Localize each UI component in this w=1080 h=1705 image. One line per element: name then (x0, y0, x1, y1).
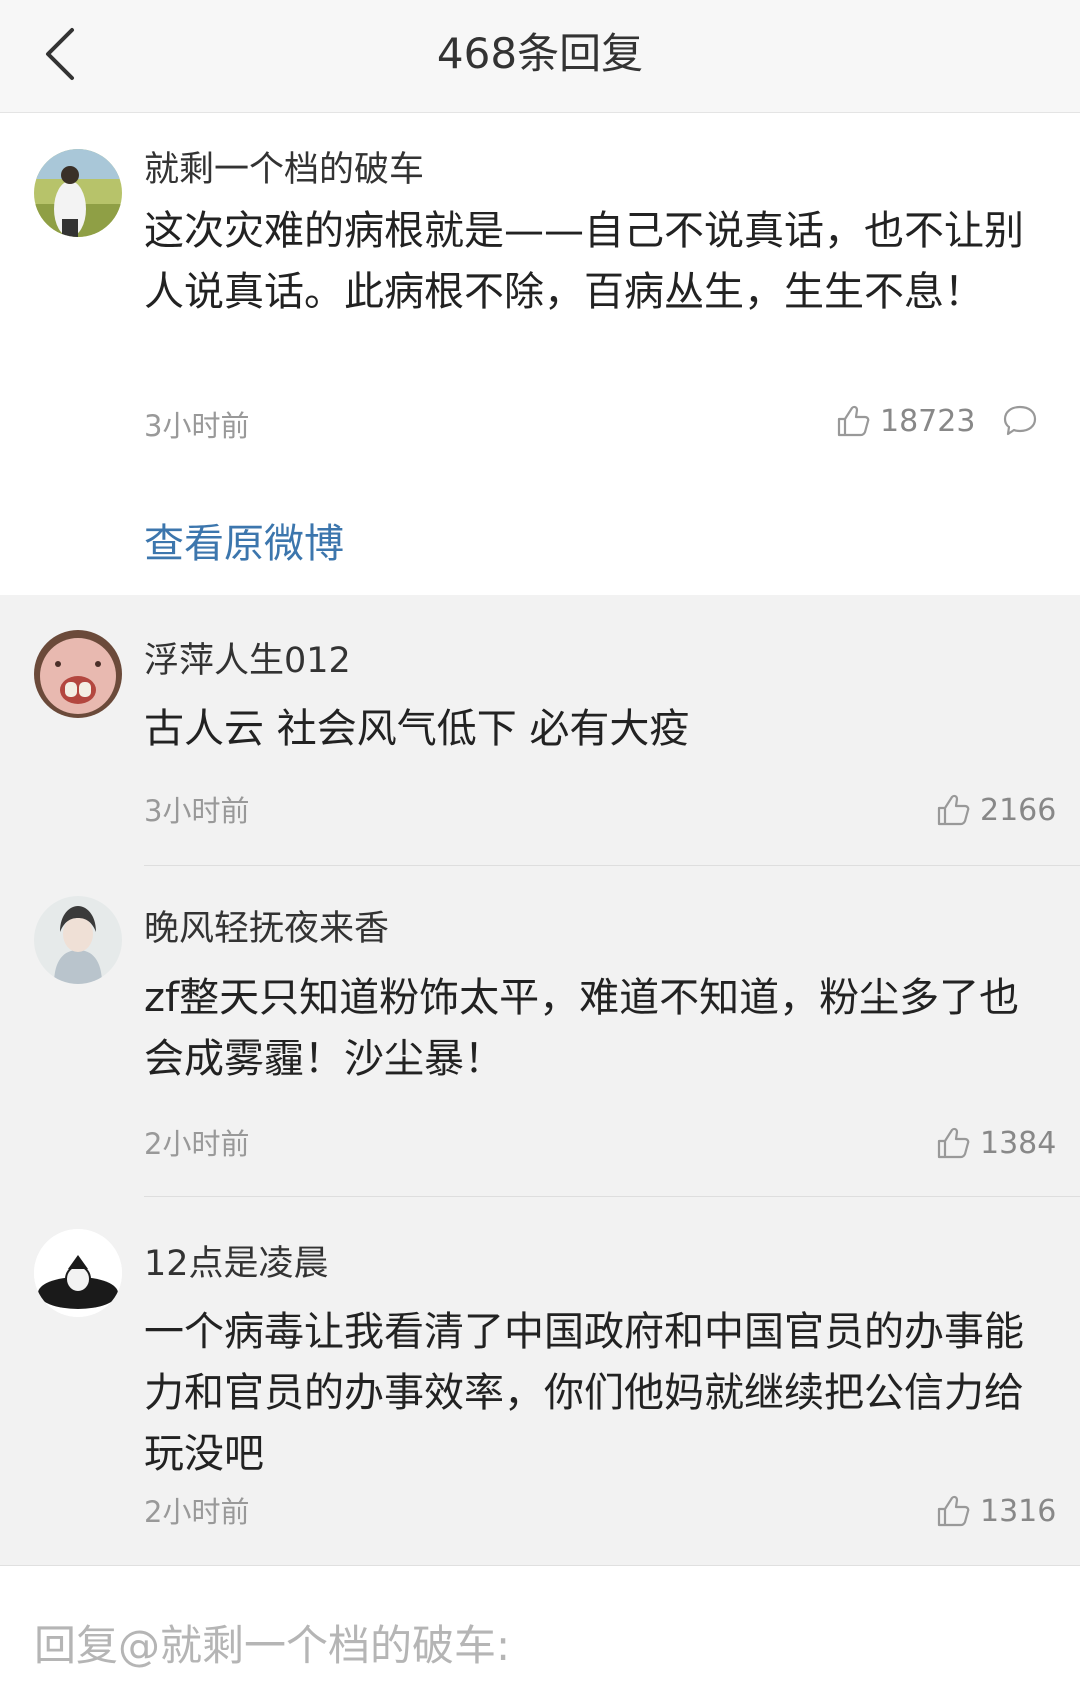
comment-text: 一个病毒让我看清了中国政府和中国官员的办事能力和官员的办事效率，你们他妈就继续把… (144, 1309, 1024, 1477)
like-button[interactable]: 18723 (836, 401, 975, 441)
avatar[interactable] (34, 149, 122, 237)
timestamp: 3小时前 (144, 409, 250, 443)
username[interactable]: 就剩一个档的破车 (144, 141, 424, 192)
timestamp: 2小时前 (144, 1495, 250, 1529)
user-avatar-image (34, 896, 122, 984)
thumbs-up-icon (937, 1127, 970, 1159)
comment-bubble-icon (1003, 405, 1037, 436)
username[interactable]: 12点是凌晨 (144, 1235, 329, 1286)
comment-text: zf整天只知道粉饰太平，难道不知道，粉尘多了也会成雾霾！沙尘暴！ (144, 975, 1020, 1082)
avatar[interactable] (34, 896, 122, 984)
username[interactable]: 浮萍人生012 (144, 632, 351, 683)
reply-input-bar[interactable]: 回复@就剩一个档的破车: (0, 1565, 1080, 1705)
comment-text: 古人云 社会风气低下 必有大疫 (144, 706, 690, 752)
like-count: 18723 (880, 403, 976, 439)
list-item: 晚风轻抚夜来香 zf整天只知道粉饰太平，难道不知道，粉尘多了也会成雾霾！沙尘暴！… (0, 866, 1080, 1196)
reply-input-placeholder[interactable]: 回复@就剩一个档的破车: (34, 1612, 510, 1673)
top-bar: 468条回复 (0, 0, 1080, 113)
username[interactable]: 晚风轻抚夜来香 (144, 900, 389, 951)
view-original-post-link[interactable]: 查看原微博 (144, 511, 344, 569)
like-count: 1384 (980, 1125, 1057, 1161)
user-avatar-image (34, 149, 122, 237)
reply-button[interactable] (1002, 403, 1038, 443)
user-avatar-image (34, 1229, 122, 1317)
like-button[interactable]: 1384 (936, 1123, 1056, 1163)
page-title: 468条回复 (436, 29, 644, 78)
timestamp: 3小时前 (144, 794, 250, 828)
comment-text: 这次灾难的病根就是——自己不说真话，也不让别人说真话。此病根不除，百病丛生，生生… (144, 208, 1024, 315)
avatar[interactable] (34, 630, 122, 718)
list-item: 12点是凌晨 一个病毒让我看清了中国政府和中国官员的办事能力和官员的办事效率，你… (0, 1197, 1080, 1564)
like-button[interactable]: 1316 (936, 1491, 1056, 1531)
original-comment: 就剩一个档的破车 这次灾难的病根就是——自己不说真话，也不让别人说真话。此病根不… (0, 113, 1080, 595)
avatar[interactable] (34, 1229, 122, 1317)
user-avatar-image (34, 630, 122, 718)
like-count: 2166 (980, 792, 1057, 828)
thumbs-up-icon (937, 794, 970, 826)
list-item: 浮萍人生012 古人云 社会风气低下 必有大疫 3小时前 2166 (0, 596, 1080, 865)
like-count: 1316 (980, 1493, 1057, 1529)
like-button[interactable]: 2166 (936, 790, 1056, 830)
thumbs-up-icon (837, 405, 870, 437)
thumbs-up-icon (937, 1495, 970, 1527)
timestamp: 2小时前 (144, 1127, 250, 1161)
